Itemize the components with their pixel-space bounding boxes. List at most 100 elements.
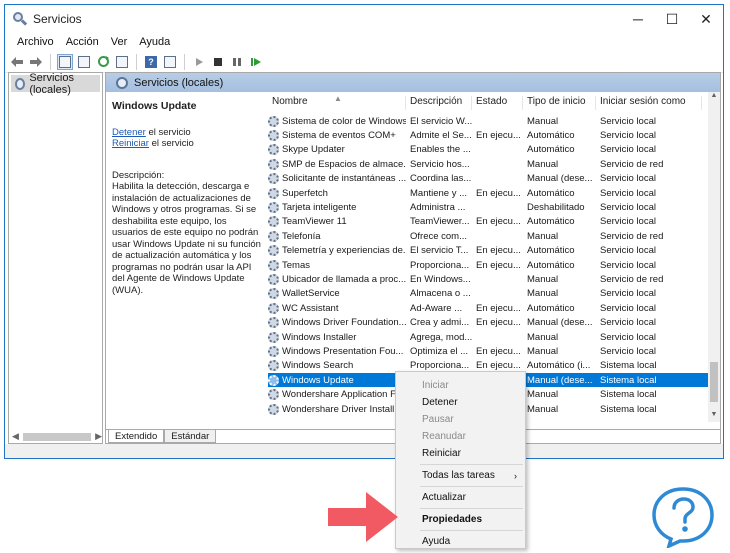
cell-startup-type: Manual (dese... xyxy=(527,374,593,386)
cell-startup-type: Automático xyxy=(527,144,575,156)
service-name: Windows Presentation Fou... xyxy=(282,345,404,357)
gear-icon xyxy=(268,202,279,214)
scroll-down-icon[interactable]: ▼ xyxy=(708,411,720,418)
table-row[interactable]: Windows Driver Foundation... Crea y admi.… xyxy=(268,315,714,329)
console-tree-icon[interactable] xyxy=(57,53,73,70)
tree-item-label: Servicios (locales) xyxy=(29,71,74,96)
cell-description: Ad-Aware ... xyxy=(410,302,463,314)
cell-logon-as: Sistema local xyxy=(600,389,657,401)
cell-name: WC Assistant xyxy=(268,302,406,314)
service-name: Superfetch xyxy=(282,187,328,199)
context-menu-label: Actualizar xyxy=(422,492,466,503)
table-row[interactable]: Sistema de eventos COM+ Admite el Se... En… xyxy=(268,128,714,142)
cell-description: Coordina las... xyxy=(410,173,472,185)
tree-item-servicios-locales[interactable]: Servicios (locales) xyxy=(11,72,100,96)
window-title: Servicios xyxy=(33,12,82,26)
context-menu-item-todas-las-tareas[interactable]: Todas las tareas › xyxy=(396,467,525,484)
menu-ayuda[interactable]: Ayuda xyxy=(133,36,176,48)
cell-startup-type: Automático xyxy=(527,245,575,257)
list-vertical-scrollbar[interactable]: ▲ ▼ xyxy=(708,92,720,422)
service-name: Windows Driver Foundation... xyxy=(282,317,406,329)
service-name: SMP de Espacios de almace... xyxy=(282,158,406,170)
context-menu-item-reiniciar[interactable]: Reiniciar xyxy=(396,445,525,462)
cell-logon-as: Sistema local xyxy=(600,374,657,386)
context-menu-item-propiedades[interactable]: Propiedades xyxy=(396,511,525,528)
context-menu-label: Iniciar xyxy=(422,380,449,391)
tab-extendido[interactable]: Extendido xyxy=(108,430,165,443)
table-row[interactable]: Sistema de color de Windows El servicio W… xyxy=(268,114,714,128)
context-menu: Iniciar Detener Pausar Reanudar Reiniciar Tod… xyxy=(395,371,526,549)
context-menu-item-ayuda[interactable]: Ayuda xyxy=(396,533,525,550)
table-row[interactable]: Temas Proporciona... En ejecu... Automático… xyxy=(268,258,714,272)
scroll-up-icon[interactable]: ▲ xyxy=(708,92,720,104)
help-icon[interactable]: ? xyxy=(143,54,159,70)
table-row[interactable]: Windows Presentation Fou... Optimiza el .… xyxy=(268,344,714,358)
menu-accion[interactable]: Acción xyxy=(60,36,105,48)
cell-logon-as: Servicio local xyxy=(600,288,656,300)
table-row[interactable]: Windows Installer Agrega, mod... Manual Ser… xyxy=(268,330,714,344)
cell-startup-type: Manual xyxy=(527,389,559,401)
cell-startup-type: Manual xyxy=(527,273,559,285)
table-row[interactable]: Telefonía Ofrece com... Manual Servicio de … xyxy=(268,229,714,243)
restart-icon[interactable] xyxy=(248,54,264,70)
menu-separator xyxy=(420,486,523,487)
close-button[interactable]: ✕ xyxy=(689,5,723,33)
table-row[interactable]: Ubicador de llamada a proc... En Windows.… xyxy=(268,272,714,286)
pause-icon[interactable] xyxy=(229,54,245,70)
menu-archivo[interactable]: Archivo xyxy=(11,36,60,48)
refresh-icon[interactable] xyxy=(95,54,111,70)
cell-name: Skype Updater xyxy=(268,144,406,156)
properties-icon[interactable] xyxy=(76,54,92,70)
cell-status: En ejecu... xyxy=(476,317,521,329)
table-row[interactable]: WalletService Almacena o ... Manual Servici… xyxy=(268,287,714,301)
column-header-descripcion[interactable]: Descripción xyxy=(406,96,472,110)
maximize-button[interactable]: ☐ xyxy=(655,5,689,33)
cell-startup-type: Manual (dese... xyxy=(527,173,593,185)
context-menu-label: Todas las tareas xyxy=(422,470,495,481)
cell-startup-type: Automático xyxy=(527,216,575,228)
cell-startup-type: Deshabilitado xyxy=(527,202,585,214)
context-menu-item-detener[interactable]: Detener xyxy=(396,394,525,411)
side-horizontal-scrollbar[interactable]: ◀ ▶ xyxy=(12,430,102,443)
scroll-right-icon[interactable]: ▶ xyxy=(95,431,102,442)
table-row[interactable]: SMP de Espacios de almace... Servicio hos… xyxy=(268,157,714,171)
column-header-estado[interactable]: Estado xyxy=(472,96,523,110)
restart-service-link[interactable]: Reiniciar xyxy=(112,138,149,149)
view-icon[interactable] xyxy=(162,54,178,70)
cell-logon-as: Servicio local xyxy=(600,345,656,357)
description-text: Habilita la detección, descarga e instal… xyxy=(112,181,261,296)
table-row[interactable]: Skype Updater Enables the ... Automático Se… xyxy=(268,143,714,157)
scroll-thumb[interactable] xyxy=(22,432,92,441)
menu-separator xyxy=(420,508,523,509)
service-name: WC Assistant xyxy=(282,302,339,314)
cell-startup-type: Manual (dese... xyxy=(527,317,593,329)
stop-service-link[interactable]: Detener xyxy=(112,127,146,138)
table-row[interactable]: Telemetría y experiencias de... El servic… xyxy=(268,244,714,258)
context-menu-item-actualizar[interactable]: Actualizar xyxy=(396,489,525,506)
minimize-button[interactable]: ─ xyxy=(621,5,655,33)
table-row[interactable]: Solicitante de instantáneas ... Coordina … xyxy=(268,172,714,186)
cell-logon-as: Servicio local xyxy=(600,144,656,156)
tab-estandar[interactable]: Estándar xyxy=(164,430,217,443)
play-icon[interactable] xyxy=(191,54,207,70)
context-menu-label: Reiniciar xyxy=(422,448,461,459)
table-row[interactable]: WC Assistant Ad-Aware ... En ejecu... Autom… xyxy=(268,301,714,315)
cell-startup-type: Manual xyxy=(527,403,559,415)
table-row[interactable]: Tarjeta inteligente Administra ... Deshabi… xyxy=(268,200,714,214)
table-row[interactable]: TeamViewer 11 TeamViewer... En ejecu... Aut… xyxy=(268,215,714,229)
forward-arrow-icon[interactable] xyxy=(28,54,44,70)
services-app-icon xyxy=(13,12,28,26)
table-row[interactable]: Superfetch Mantiene y ... En ejecu... Autom… xyxy=(268,186,714,200)
service-name: Telefonía xyxy=(282,230,321,242)
stop-icon[interactable] xyxy=(210,54,226,70)
cell-status: En ejecu... xyxy=(476,259,521,271)
column-header-iniciar-sesion[interactable]: Iniciar sesión como xyxy=(596,96,702,110)
scroll-left-icon[interactable]: ◀ xyxy=(12,431,19,442)
column-header-tipo-inicio[interactable]: Tipo de inicio xyxy=(523,96,596,110)
menu-ver[interactable]: Ver xyxy=(105,36,134,48)
scroll-thumb[interactable] xyxy=(710,362,718,402)
gear-icon xyxy=(268,187,279,199)
back-arrow-icon[interactable] xyxy=(9,54,25,70)
export-icon[interactable] xyxy=(114,54,130,70)
title-bar: Servicios ─ ☐ ✕ xyxy=(5,5,723,33)
